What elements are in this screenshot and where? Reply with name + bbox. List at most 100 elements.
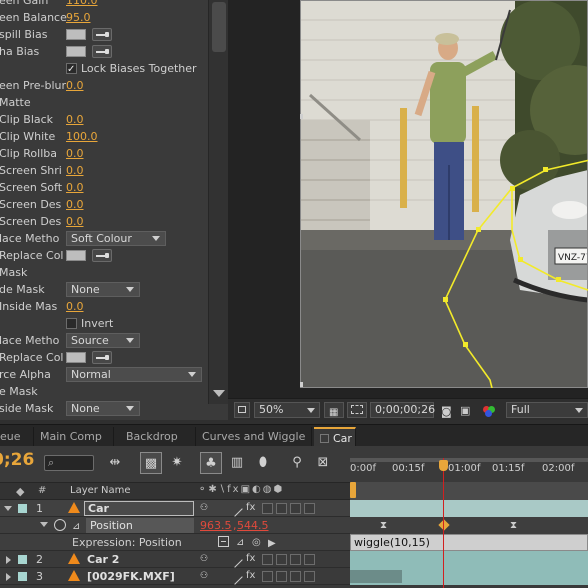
twirl-closed-icon[interactable]	[6, 556, 11, 564]
layer-name[interactable]: [0029FK.MXF]	[87, 568, 175, 585]
motion-blur-icon[interactable]: ▥	[226, 452, 248, 474]
effect-dropdown[interactable]: None	[66, 282, 140, 297]
effects-switch-icon[interactable]: fx	[246, 571, 257, 582]
eyedropper-icon[interactable]	[92, 351, 112, 364]
expression-editor[interactable]: wiggle(10,15)	[350, 534, 588, 551]
label-color-swatch[interactable]	[18, 572, 27, 581]
position-x-value[interactable]: 963.5	[200, 517, 232, 534]
current-time-indicator[interactable]	[443, 458, 444, 588]
effects-switch-icon[interactable]: fx	[246, 503, 257, 514]
switch-box[interactable]	[304, 571, 315, 582]
effect-property-value[interactable]: 0.0	[66, 162, 84, 179]
keyframe-icon[interactable]: ⧗	[510, 520, 517, 531]
effects-switch-icon[interactable]: fx	[246, 554, 257, 565]
auto-keyframe-icon[interactable]: ⊠	[312, 452, 334, 474]
column-layer-name-header[interactable]: Layer Name	[70, 485, 131, 496]
checkbox[interactable]	[66, 318, 77, 329]
work-area-bar[interactable]	[350, 458, 588, 462]
effect-controls-scrollbar[interactable]	[208, 0, 228, 404]
position-keyframe-track[interactable]: ⧗ ⧗	[350, 517, 588, 534]
layer-track-bar[interactable]	[350, 500, 588, 517]
checkbox[interactable]	[66, 61, 77, 78]
tab-backdrop[interactable]: Backdrop	[120, 427, 196, 447]
footage-segment[interactable]	[350, 570, 402, 583]
label-color-swatch[interactable]	[18, 504, 27, 513]
grid-icon[interactable]: ▦	[324, 402, 344, 418]
tab-curves-and-wiggle[interactable]: Curves and Wiggle	[196, 427, 312, 447]
switch-box[interactable]	[276, 503, 287, 514]
expression-language-menu-icon[interactable]: ▶	[268, 535, 276, 552]
current-time-indicator-head-icon[interactable]	[439, 460, 448, 471]
position-y-value[interactable]: 544.5	[237, 517, 269, 534]
position-property-row[interactable]: ⊿ Position 963.5 , 544.5	[0, 517, 350, 534]
shy-switch-icon[interactable]: ⚇	[200, 571, 211, 582]
time-ruler[interactable]: 0:00f 00:15f 01:00f 01:15f 02:00f	[350, 458, 588, 480]
effect-property-value[interactable]: 0.0	[66, 298, 84, 315]
eyedropper-icon[interactable]	[92, 45, 112, 58]
effect-dropdown[interactable]: None	[66, 401, 140, 416]
effect-dropdown[interactable]: Normal	[66, 367, 202, 382]
camera-icon[interactable]: ◙	[438, 402, 456, 418]
zoom-select[interactable]: 50%	[254, 402, 320, 418]
switch-box[interactable]	[262, 554, 273, 565]
viewer-timecode[interactable]: 0;00;00;26	[370, 402, 435, 418]
effect-property-value[interactable]: 0.0	[66, 111, 84, 128]
resolution-select[interactable]: Full	[506, 402, 588, 418]
expression-graph-icon[interactable]: ⊿	[236, 534, 244, 551]
effect-property-value[interactable]: 0.0	[66, 77, 84, 94]
keyframe-selected-icon[interactable]	[438, 519, 450, 531]
effect-property-value[interactable]: 0.0	[66, 196, 84, 213]
effect-property-value[interactable]: 100.0	[66, 128, 98, 145]
color-swatch[interactable]	[66, 29, 86, 40]
effect-dropdown[interactable]: Soft Colour	[66, 231, 166, 246]
switch-box[interactable]	[290, 554, 301, 565]
hide-shy-layers-icon[interactable]: ✷	[166, 452, 188, 474]
layer-search-input[interactable]: ⌕	[44, 455, 94, 471]
switch-box[interactable]	[262, 503, 273, 514]
color-swatch[interactable]	[66, 46, 86, 57]
layer-row[interactable]: 2 Car 2 ⚇ fx	[0, 551, 350, 568]
quality-switch-icon[interactable]	[232, 503, 243, 517]
eyedropper-icon[interactable]	[92, 28, 112, 41]
tab-queue[interactable]: eue	[0, 427, 34, 447]
effect-property-value[interactable]: 0.0	[66, 213, 84, 230]
effect-property-value[interactable]: 95.0	[66, 9, 91, 26]
switch-box[interactable]	[276, 571, 287, 582]
brainstorm-icon[interactable]: ⬮	[252, 452, 274, 474]
composition-frame[interactable]: VNZ-7797	[300, 0, 588, 388]
stopwatch-icon[interactable]	[54, 519, 66, 531]
label-color-swatch[interactable]	[18, 555, 27, 564]
work-area-start-icon[interactable]	[350, 482, 356, 498]
quality-switch-icon[interactable]	[232, 571, 243, 585]
comp-mini-flowchart-icon[interactable]: ⇹	[104, 452, 126, 474]
always-preview-icon[interactable]	[234, 402, 250, 418]
region-of-interest-icon[interactable]	[347, 402, 367, 418]
keyframe-icon[interactable]: ⧗	[380, 520, 387, 531]
effect-property-value[interactable]: 0.0	[66, 179, 84, 196]
show-snapshot-icon[interactable]: ▣	[458, 402, 476, 418]
tab-car[interactable]: Car	[314, 427, 356, 447]
scrollbar-thumb[interactable]	[212, 2, 226, 52]
expression-pickwhip-icon[interactable]: ◎	[252, 534, 261, 551]
color-channels-icon[interactable]	[480, 402, 500, 418]
expression-enable-icon[interactable]	[218, 536, 229, 547]
graph-icon[interactable]: ⊿	[72, 518, 80, 535]
color-swatch[interactable]	[66, 250, 86, 261]
twirl-closed-icon[interactable]	[6, 573, 11, 581]
layer-track-bar[interactable]	[350, 568, 588, 585]
graph-editor-icon[interactable]: ⚲	[286, 452, 308, 474]
switch-box[interactable]	[290, 571, 301, 582]
timeline-current-time[interactable]: 0;26	[0, 450, 34, 470]
effect-property-value[interactable]: 0.0	[66, 145, 84, 162]
eyedropper-icon[interactable]	[92, 249, 112, 262]
twirl-open-icon[interactable]	[4, 506, 12, 511]
shy-switch-icon[interactable]: ⚇	[200, 503, 211, 514]
shy-switch-icon[interactable]: ⚇	[200, 554, 211, 565]
draft-3d-icon[interactable]: ▩	[140, 452, 162, 474]
effect-property-value[interactable]: 110.0	[66, 0, 98, 9]
layer-row[interactable]: 1 Car ⚇ fx	[0, 500, 350, 517]
switch-box[interactable]	[290, 503, 301, 514]
tab-main-comp[interactable]: Main Comp	[34, 427, 114, 447]
twirl-open-icon[interactable]	[40, 522, 48, 527]
switch-box[interactable]	[276, 554, 287, 565]
